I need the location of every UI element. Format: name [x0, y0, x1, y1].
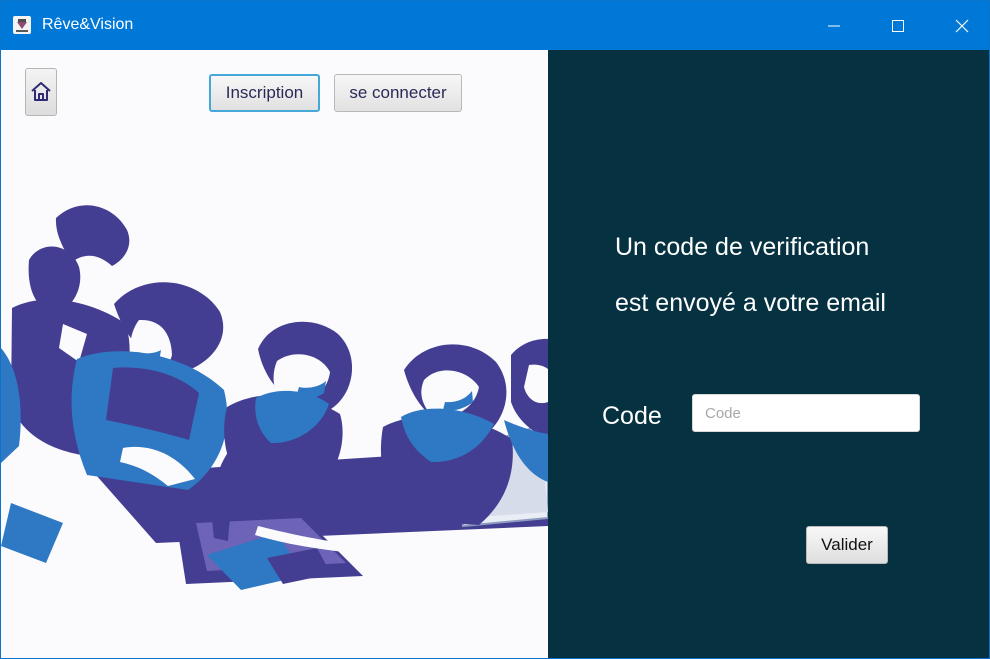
- inscription-button[interactable]: Inscription: [209, 74, 320, 112]
- minimize-button[interactable]: [811, 1, 857, 50]
- verification-panel: Un code de verification est envoyé a vot…: [548, 50, 989, 658]
- app-logo-icon: [13, 16, 31, 34]
- code-label: Code: [602, 402, 662, 430]
- close-icon: [955, 19, 969, 32]
- left-panel: Inscription se connecter: [1, 50, 548, 658]
- window-title: Rêve&Vision: [42, 16, 134, 33]
- verification-message-line-1: Un code de verification: [615, 233, 870, 261]
- title-bar[interactable]: Rêve&Vision: [1, 1, 989, 50]
- login-button[interactable]: se connecter: [334, 74, 462, 112]
- code-input[interactable]: [692, 394, 920, 432]
- validate-button[interactable]: Valider: [806, 526, 888, 564]
- group-working-illustration: [1, 188, 548, 598]
- maximize-button[interactable]: [875, 1, 921, 50]
- verification-message-line-2: est envoyé a votre email: [615, 289, 886, 317]
- home-button[interactable]: [25, 68, 57, 116]
- minimize-icon: [828, 25, 840, 26]
- home-icon: [31, 82, 51, 101]
- maximize-icon: [892, 19, 904, 32]
- close-button[interactable]: [939, 1, 985, 50]
- application-window: Rêve&Vision Inscription se connecter Un …: [0, 0, 990, 659]
